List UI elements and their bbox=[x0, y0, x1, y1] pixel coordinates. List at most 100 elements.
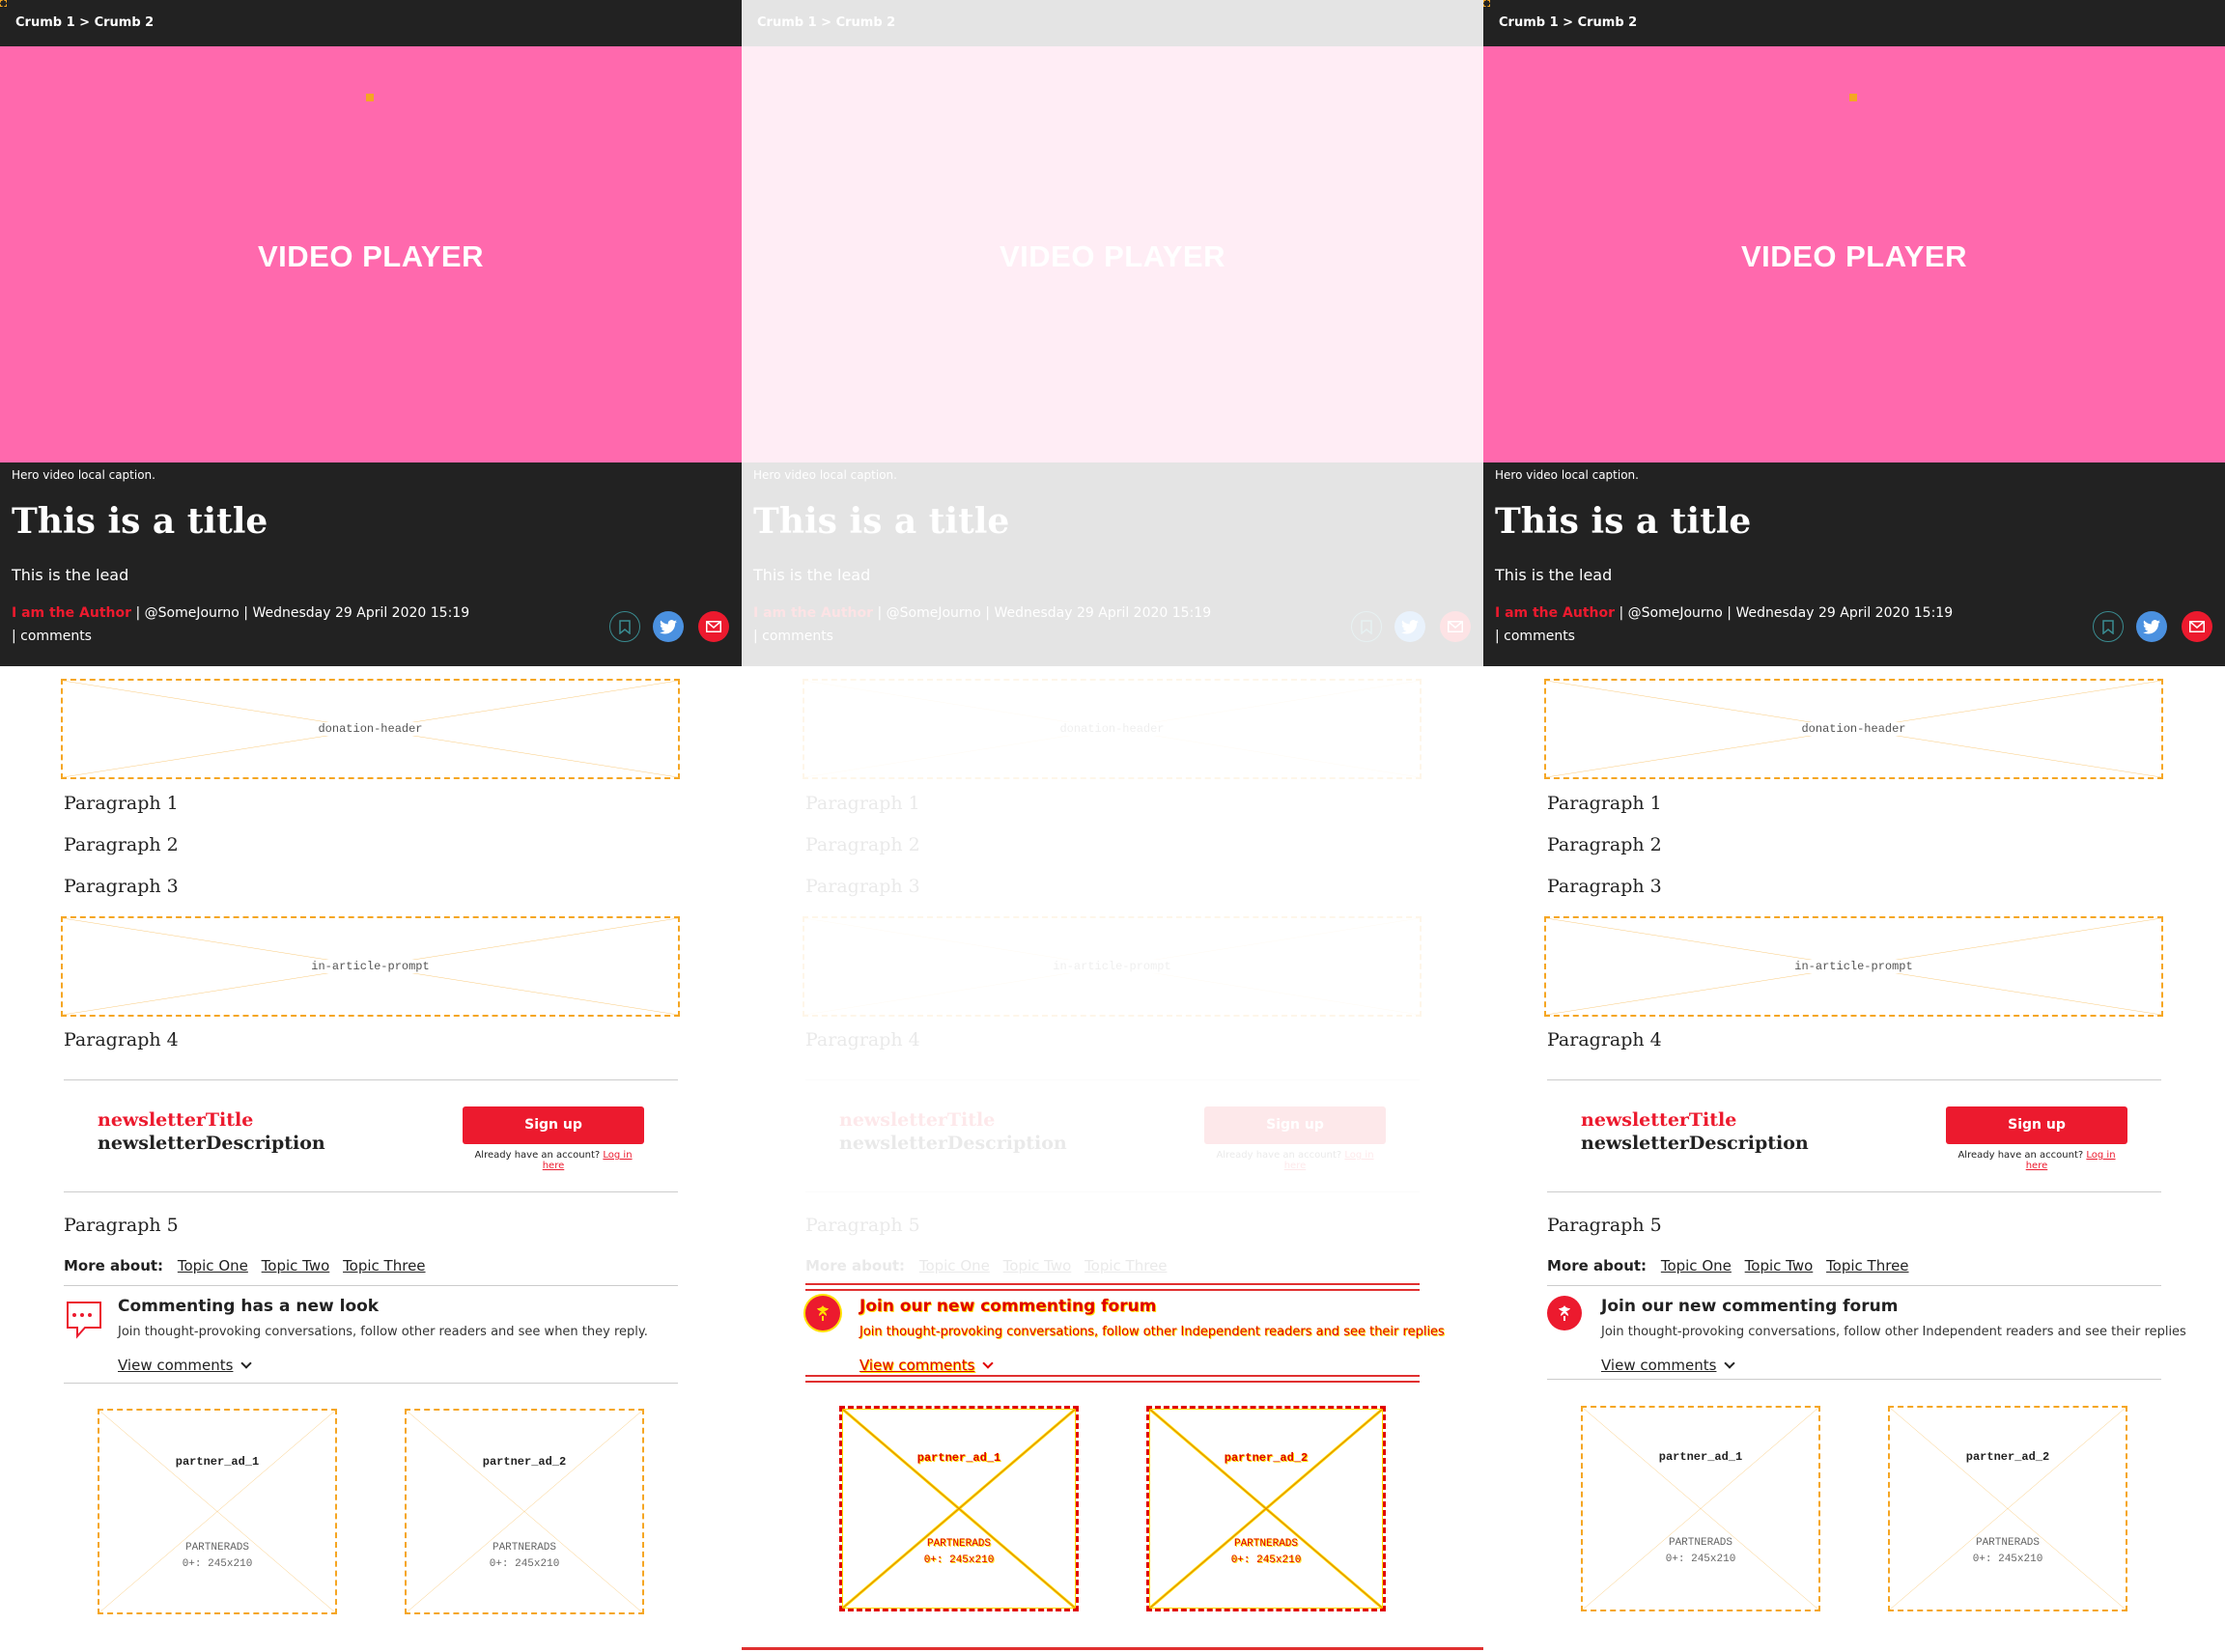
article-lead: This is the lead bbox=[12, 566, 129, 584]
video-caption: Hero video local caption. bbox=[1495, 468, 1639, 482]
placeholder-cross bbox=[842, 1409, 1076, 1609]
divider bbox=[64, 1079, 678, 1080]
top-bar: Crumb 1 > Crumb 2 bbox=[1483, 0, 2225, 46]
chevron-down-icon bbox=[982, 1358, 995, 1369]
partner-ad-1[interactable]: partner_ad_1 PARTNERADS 0+: 245x210 bbox=[98, 1409, 337, 1614]
breadcrumb[interactable]: Crumb 1 > Crumb 2 bbox=[1499, 15, 1637, 30]
ad-slot-meta: PARTNERADS 0+: 245x210 bbox=[1665, 1537, 1736, 1565]
topic-link[interactable]: Topic Three bbox=[343, 1257, 425, 1274]
more-about-label: More about: bbox=[1547, 1257, 1648, 1274]
video-player[interactable]: VIDEO PLAYER bbox=[1483, 46, 2225, 462]
commenting-description: Join thought-provoking conversations, fo… bbox=[1601, 1325, 2186, 1339]
article-title: This is a title bbox=[12, 501, 268, 542]
video-marker bbox=[1849, 94, 1857, 101]
ad-slot-name: partner_ad_1 bbox=[916, 1451, 1001, 1465]
email-icon bbox=[2189, 621, 2205, 632]
topic-link[interactable]: Topic One bbox=[1661, 1257, 1732, 1274]
more-about-topics: More about: Topic One Topic Two Topic Th… bbox=[64, 1257, 435, 1274]
ad-slot-name: partner_ad_2 bbox=[1224, 1451, 1309, 1465]
email-icon bbox=[706, 621, 721, 632]
placeholder-cross bbox=[1149, 1409, 1383, 1609]
partner-ad-2[interactable]: partner_ad_2 PARTNERADS 0+: 245x210 bbox=[1146, 1406, 1386, 1611]
more-about-label: More about: bbox=[64, 1257, 164, 1274]
divider bbox=[1547, 1191, 2161, 1192]
paragraph-1: Paragraph 1 bbox=[1547, 793, 1662, 814]
placeholder-cross bbox=[1890, 1408, 2126, 1610]
commenting-title: Join our new commenting forum bbox=[1601, 1297, 1899, 1316]
placeholder-label: in-article-prompt bbox=[1546, 960, 2161, 973]
article-lead: This is the lead bbox=[1495, 566, 1613, 584]
commenting-title: Commenting has a new look bbox=[118, 1297, 380, 1316]
byline-meta: | @SomeJourno | Wednesday 29 April 2020 … bbox=[1615, 605, 1954, 621]
newsletter-signup-button[interactable]: Sign up bbox=[463, 1106, 644, 1144]
unchanged-overlay bbox=[742, 0, 1483, 666]
bookmark-button[interactable] bbox=[2093, 611, 2124, 642]
partner-ad-1[interactable]: partner_ad_1 PARTNERADS 0+: 245x210 bbox=[839, 1406, 1079, 1611]
author-link[interactable]: I am the Author bbox=[12, 605, 131, 621]
video-player[interactable]: VIDEO PLAYER bbox=[0, 46, 742, 462]
video-player-label: VIDEO PLAYER bbox=[258, 239, 484, 273]
newsletter-signup-button[interactable]: Sign up bbox=[1946, 1106, 2127, 1144]
unchanged-overlay bbox=[742, 666, 1483, 1284]
twitter-icon bbox=[2143, 619, 2160, 634]
more-about-topics: More about: Topic One Topic Two Topic Th… bbox=[1547, 1257, 1918, 1274]
top-bar: Crumb 1 > Crumb 2 bbox=[0, 0, 742, 46]
view-comments-link[interactable]: View comments bbox=[859, 1357, 995, 1374]
bookmark-button[interactable] bbox=[609, 611, 640, 642]
ad-slot-meta: PARTNERADS 0+: 245x210 bbox=[923, 1538, 995, 1566]
placeholder-label: in-article-prompt bbox=[63, 960, 678, 973]
paragraph-3: Paragraph 3 bbox=[64, 876, 179, 897]
diff-highlight-line bbox=[805, 1289, 1420, 1291]
login-prompt: Already have an account? Log in here bbox=[474, 1150, 633, 1171]
paragraph-3: Paragraph 3 bbox=[1547, 876, 1662, 897]
paragraph-5: Paragraph 5 bbox=[1547, 1215, 1662, 1236]
donation-header-placeholder: donation-header bbox=[1544, 679, 2163, 779]
divider bbox=[64, 1383, 678, 1384]
paragraph-4: Paragraph 4 bbox=[64, 1029, 179, 1050]
commenting-description: Join thought-provoking conversations, fo… bbox=[859, 1325, 1445, 1339]
view-comments-link[interactable]: View comments bbox=[118, 1357, 253, 1374]
topic-link[interactable]: Topic Three bbox=[1826, 1257, 1908, 1274]
topic-link[interactable]: Topic Two bbox=[262, 1257, 330, 1274]
email-share-button[interactable] bbox=[2182, 611, 2212, 642]
ad-slot-meta: PARTNERADS 0+: 245x210 bbox=[489, 1542, 560, 1570]
divider bbox=[64, 1285, 678, 1286]
comments-count-link[interactable]: | comments bbox=[12, 629, 92, 644]
author-link[interactable]: I am the Author bbox=[1495, 605, 1615, 621]
partner-ad-2[interactable]: partner_ad_2 PARTNERADS 0+: 245x210 bbox=[405, 1409, 644, 1614]
view-comments-link[interactable]: View comments bbox=[1601, 1357, 1736, 1374]
byline: I am the Author | @SomeJourno | Wednesda… bbox=[1495, 605, 1953, 621]
in-article-prompt-placeholder: in-article-prompt bbox=[1544, 916, 2163, 1017]
topic-link[interactable]: Topic Two bbox=[1745, 1257, 1814, 1274]
breadcrumb[interactable]: Crumb 1 > Crumb 2 bbox=[15, 15, 154, 30]
video-player-label: VIDEO PLAYER bbox=[1741, 239, 1967, 273]
divider bbox=[1547, 1379, 2161, 1380]
email-share-button[interactable] bbox=[698, 611, 729, 642]
video-caption: Hero video local caption. bbox=[12, 468, 155, 482]
ad-slot-name: partner_ad_2 bbox=[407, 1455, 642, 1469]
twitter-icon bbox=[660, 619, 677, 634]
eagle-icon bbox=[1559, 1305, 1570, 1321]
paragraph-2: Paragraph 2 bbox=[1547, 834, 1662, 855]
comments-count-link[interactable]: | comments bbox=[1495, 629, 1575, 644]
ad-slot-meta: PARTNERADS 0+: 245x210 bbox=[1230, 1538, 1302, 1566]
diff-page: Crumb 1 > Crumb 2 VIDEO PLAYER Hero vide… bbox=[742, 0, 1483, 1652]
ad-slot-name: partner_ad_2 bbox=[1890, 1450, 2126, 1464]
article-header: Hero video local caption. This is a titl… bbox=[1483, 462, 2225, 666]
partner-ad-1[interactable]: partner_ad_1 PARTNERADS 0+: 245x210 bbox=[1581, 1406, 1820, 1611]
eagle-icon bbox=[817, 1305, 829, 1321]
topic-link[interactable]: Topic One bbox=[178, 1257, 248, 1274]
twitter-share-button[interactable] bbox=[2136, 611, 2167, 642]
diff-highlight-line bbox=[805, 1381, 1420, 1383]
partner-ad-2[interactable]: partner_ad_2 PARTNERADS 0+: 245x210 bbox=[1888, 1406, 2127, 1611]
independent-logo-icon bbox=[1547, 1296, 1582, 1330]
placeholder-cross bbox=[99, 1411, 335, 1612]
divider bbox=[64, 1191, 678, 1192]
diff-highlight-line bbox=[805, 1375, 1420, 1377]
twitter-share-button[interactable] bbox=[653, 611, 684, 642]
ad-slot-name: partner_ad_1 bbox=[99, 1455, 335, 1469]
diff-highlight-line bbox=[742, 1647, 1483, 1650]
ad-slot-name: partner_ad_1 bbox=[1583, 1450, 1818, 1464]
byline: I am the Author | @SomeJourno | Wednesda… bbox=[12, 605, 469, 621]
article-header: Hero video local caption. This is a titl… bbox=[0, 462, 742, 666]
